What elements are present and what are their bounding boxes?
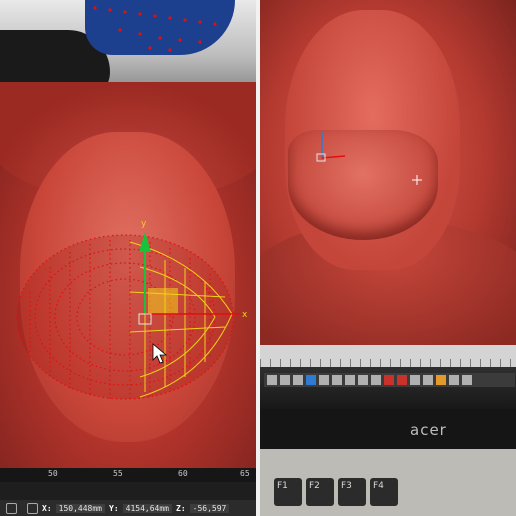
x-coord-label: X: <box>42 503 52 513</box>
app-icon[interactable] <box>371 375 381 385</box>
sculpt-viewport-right[interactable] <box>260 0 516 360</box>
ruler-tick-label: 50 <box>48 469 58 478</box>
app-icon[interactable] <box>293 375 303 385</box>
gizmo-plane-handle[interactable] <box>148 288 178 314</box>
monitor-brand-logo: acer <box>410 421 447 439</box>
app-icon[interactable] <box>319 375 329 385</box>
function-keys: F1 F2 F3 F4 <box>274 478 398 506</box>
taskbar-icons[interactable] <box>264 373 515 387</box>
app-icon[interactable] <box>449 375 459 385</box>
key-f1[interactable]: F1 <box>274 478 302 506</box>
upper-viewport-fragment <box>0 0 256 100</box>
small-gizmo[interactable] <box>260 0 516 345</box>
timeline-track[interactable] <box>0 482 256 500</box>
left-photo-viewport: y x 50 55 60 65 X: 150,448mm Y: 4154,64m… <box>0 0 256 516</box>
ruler-tick-label: 55 <box>113 469 123 478</box>
z-coord-label: Z: <box>176 503 186 513</box>
crosshair-cursor-icon <box>412 175 422 185</box>
right-photo-monitor: acer F1 F2 F3 F4 <box>260 0 516 516</box>
blue-mesh-vertex-dots <box>93 6 217 52</box>
app-icon[interactable] <box>267 375 277 385</box>
coordinate-status-bar: X: 150,448mm Y: 4154,64mm Z: -56,597 <box>0 500 256 516</box>
ruler-tick-label: 65 <box>240 469 250 478</box>
app-icon[interactable] <box>332 375 342 385</box>
ruler-tick-label: 60 <box>178 469 188 478</box>
app-icon[interactable] <box>345 375 355 385</box>
app-icon[interactable] <box>397 375 407 385</box>
app-icon[interactable] <box>436 375 446 385</box>
app-icon[interactable] <box>423 375 433 385</box>
app-icon[interactable] <box>384 375 394 385</box>
y-coord-field[interactable]: 4154,64mm <box>122 503 172 513</box>
ffd-lattice-and-gizmo[interactable]: y x <box>0 92 256 468</box>
y-coord-label: Y: <box>109 503 119 513</box>
key-f2[interactable]: F2 <box>306 478 334 506</box>
taskbar[interactable] <box>260 367 516 409</box>
svg-text:x: x <box>242 310 248 320</box>
key-f3[interactable]: F3 <box>338 478 366 506</box>
monitor-ruler <box>260 345 516 367</box>
svg-text:y: y <box>141 219 147 229</box>
z-coord-field[interactable]: -56,597 <box>189 503 230 513</box>
app-icon[interactable] <box>280 375 290 385</box>
app-icon[interactable] <box>462 375 472 385</box>
app-icon[interactable] <box>358 375 368 385</box>
monitor-bezel <box>260 409 516 449</box>
app-icon[interactable] <box>306 375 316 385</box>
sculpt-viewport[interactable]: y x <box>0 82 256 468</box>
lock-icon[interactable] <box>6 502 17 514</box>
x-coord-field[interactable]: 150,448mm <box>55 503 105 513</box>
grid-snap-icon[interactable] <box>27 502 38 514</box>
app-icon[interactable] <box>410 375 420 385</box>
key-f4[interactable]: F4 <box>370 478 398 506</box>
viewport-ruler: 50 55 60 65 <box>0 468 256 482</box>
